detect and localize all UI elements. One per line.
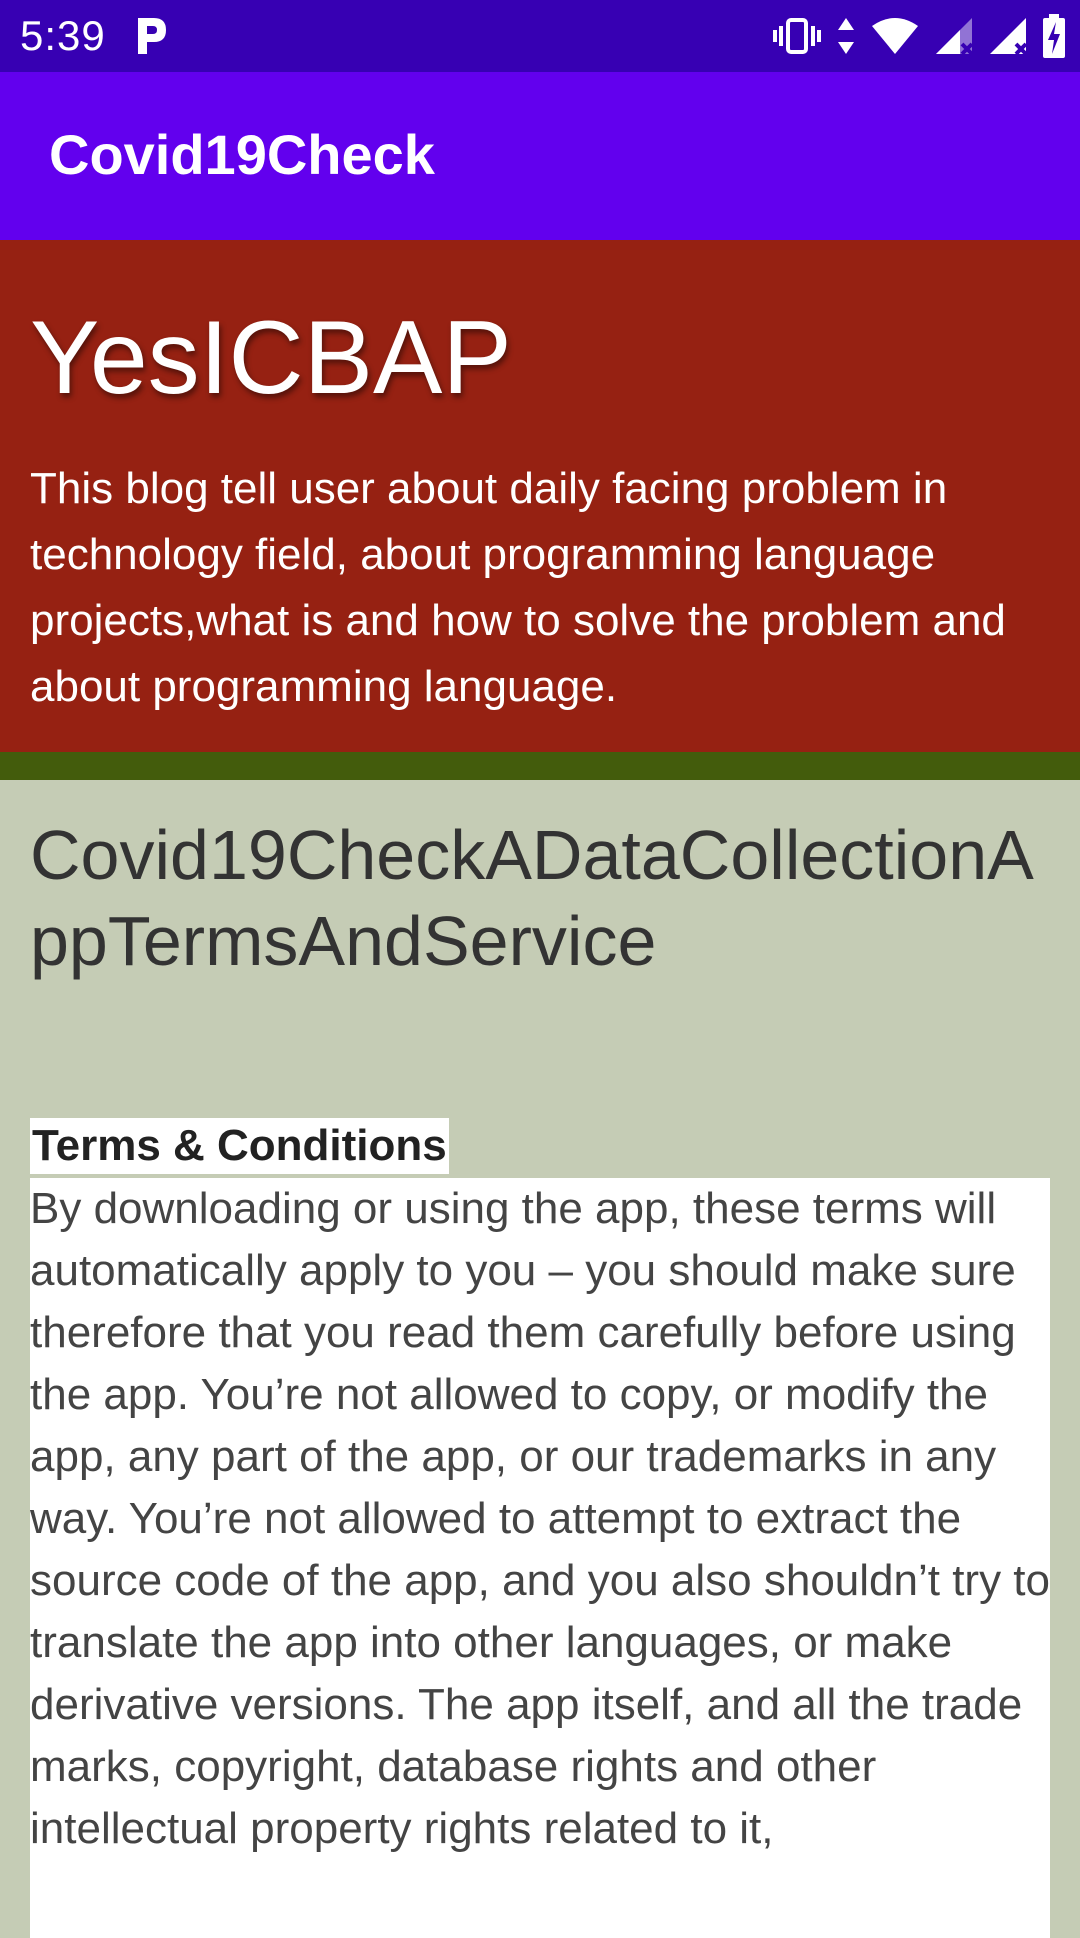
app-bar: Covid19Check [0, 72, 1080, 240]
blog-header: YesICBAP This blog tell user about daily… [0, 240, 1080, 752]
parking-p-icon [138, 18, 166, 54]
status-bar: 5:39 [0, 0, 1080, 72]
signal-icon [936, 18, 974, 56]
battery-charging-icon [1043, 14, 1065, 58]
vibrate-icon [773, 18, 821, 54]
divider-strip [0, 752, 1080, 780]
status-time: 5:39 [20, 12, 106, 59]
data-arrows-icon [838, 18, 854, 54]
signal-icon [990, 18, 1028, 56]
app-title: Covid19Check [49, 123, 435, 186]
wifi-icon [872, 18, 918, 54]
post-title: Covid19CheckADataCollectionAppTermsAndSe… [30, 816, 1034, 980]
status-icons [772, 12, 1066, 60]
blog-title[interactable]: YesICBAP [30, 300, 512, 416]
blog-description: This blog tell user about daily facing p… [30, 464, 1006, 711]
terms-heading: Terms & Conditions [30, 1118, 449, 1174]
post-content: Covid19CheckADataCollectionAppTermsAndSe… [0, 780, 1080, 1938]
terms-body-text: By downloading or using the app, these t… [30, 1178, 1050, 1938]
